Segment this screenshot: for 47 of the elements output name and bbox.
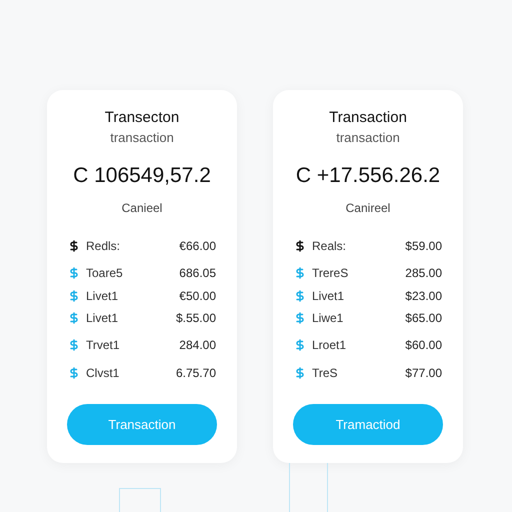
dollar-icon (68, 367, 80, 379)
dollar-icon (294, 240, 306, 252)
row-label: Redls: (86, 238, 120, 255)
row-label: Clvst1 (86, 365, 120, 382)
dollar-icon (294, 367, 306, 379)
row-value: $23.00 (405, 288, 442, 304)
row-value: 284.00 (179, 337, 216, 354)
row-label: Lroet1 (312, 337, 346, 354)
row-value: $59.00 (405, 238, 442, 255)
row-label: Trvet1 (86, 337, 120, 354)
dollar-icon (68, 339, 80, 351)
dollar-icon (68, 240, 80, 252)
row-label: Reals: (312, 238, 346, 255)
dollar-icon (294, 312, 306, 324)
frame-outline (119, 488, 161, 512)
dollar-icon (68, 267, 80, 279)
dollar-icon (294, 339, 306, 351)
card-subtitle: transaction (336, 129, 400, 147)
amount: C +17.556.26.2 (296, 163, 440, 189)
dollar-icon (68, 290, 80, 302)
card-title: Transaction (329, 108, 407, 128)
row-value: $60.00 (405, 337, 442, 354)
row-value: €50.00 (179, 288, 216, 304)
row-value: $65.00 (405, 310, 442, 327)
row-value: €66.00 (179, 238, 216, 255)
row-value: 285.00 (405, 265, 442, 282)
card-title: Transecton (104, 108, 180, 128)
row-label: Livet1 (86, 288, 118, 304)
row-label: TreS (312, 365, 338, 382)
row-value: $.55.00 (176, 310, 216, 327)
dollar-icon (68, 312, 80, 324)
transaction-button[interactable]: Tramactiod (293, 404, 443, 445)
status-text: Canireel (346, 200, 390, 216)
row-label: Livet1 (86, 310, 118, 327)
row-value: 686.05 (179, 265, 216, 282)
dollar-icon (294, 267, 306, 279)
amount: C 106549,57.2 (73, 163, 211, 189)
row-value: 6.75.70 (176, 365, 216, 382)
row-label: TrereS (312, 265, 348, 282)
card-subtitle: transaction (110, 129, 174, 147)
row-label: Livet1 (312, 288, 344, 304)
dollar-icon (294, 290, 306, 302)
transaction-button[interactable]: Transaction (67, 404, 217, 445)
row-label: Liwe1 (312, 310, 344, 327)
row-label: Toare5 (86, 265, 123, 282)
status-text: Canieel (122, 200, 162, 216)
row-value: $77.00 (405, 365, 442, 382)
